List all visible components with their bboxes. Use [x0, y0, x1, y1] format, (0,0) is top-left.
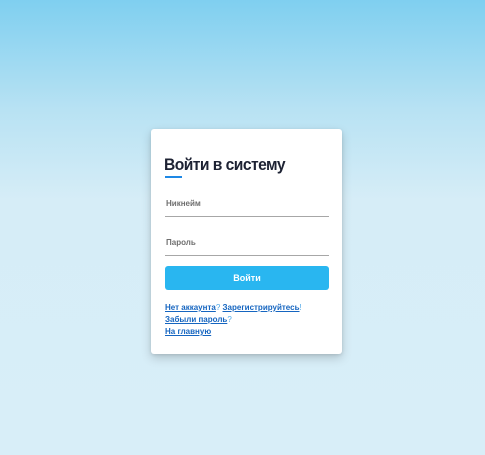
- login-title: Войти в систему: [164, 155, 286, 174]
- no-account-question-mark: ?: [215, 303, 221, 312]
- password-input[interactable]: [165, 230, 329, 256]
- home-line: На главную: [165, 326, 302, 338]
- auth-links: Нет аккаунта? Зарегистрируйтесь! Забыли …: [165, 302, 302, 338]
- register-exclamation: !: [299, 303, 302, 312]
- register-link[interactable]: Зарегистрируйтесь: [223, 303, 300, 312]
- username-input[interactable]: [165, 191, 329, 217]
- forgot-password-link[interactable]: Забыли пароль: [165, 315, 227, 324]
- login-card: Войти в систему Войти Нет аккаунта? Заре…: [151, 129, 342, 354]
- forgot-password-line: Забыли пароль?: [165, 314, 302, 326]
- title-accent-underline: [165, 176, 182, 178]
- login-button[interactable]: Войти: [165, 266, 329, 290]
- register-line: Нет аккаунта? Зарегистрируйтесь!: [165, 302, 302, 314]
- no-account-link[interactable]: Нет аккаунта: [165, 303, 216, 312]
- home-link[interactable]: На главную: [165, 327, 211, 336]
- forgot-password-question-mark: ?: [227, 315, 232, 324]
